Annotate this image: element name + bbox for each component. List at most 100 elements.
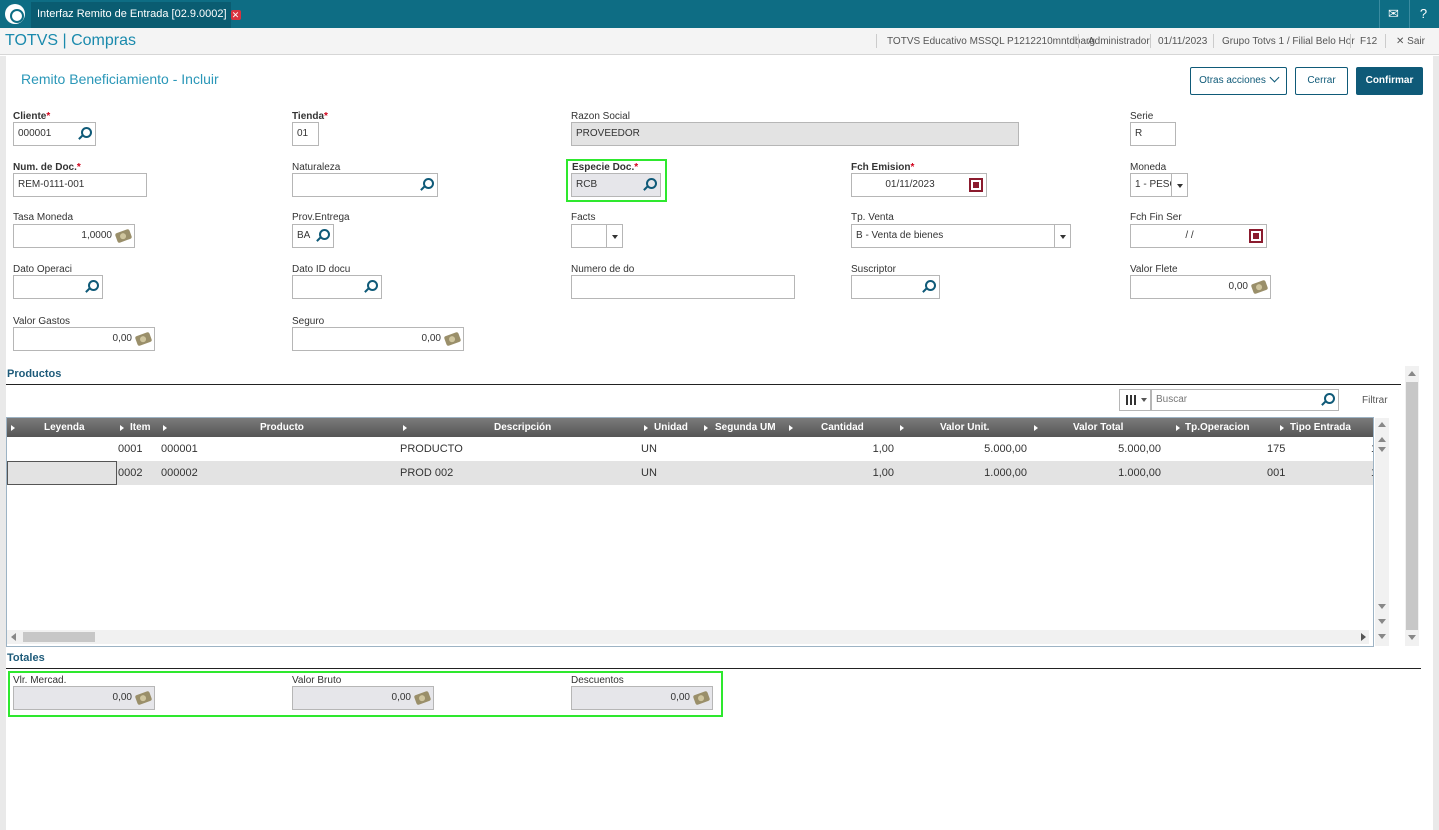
exit-button[interactable]: ✕ Sair [1396, 36, 1425, 47]
search-icon[interactable] [362, 279, 378, 295]
valor-gastos-field[interactable]: 0,00 [13, 327, 155, 351]
suscriptor-field[interactable] [851, 275, 940, 299]
window-tab[interactable]: Interfaz Remito de Entrada [02.9.0002] ✕ [31, 2, 241, 28]
grid-search-placeholder: Buscar [1156, 394, 1188, 405]
cliente-value: 000001 [18, 128, 52, 139]
chevron-down-icon[interactable] [1171, 174, 1187, 196]
columns-icon[interactable] [1119, 389, 1151, 411]
app-title: TOTVS | Compras [5, 32, 136, 49]
scroll-up-icon[interactable] [1378, 422, 1386, 427]
money-icon [443, 331, 462, 347]
scroll-down-icon[interactable] [1378, 604, 1386, 609]
search-icon[interactable] [418, 177, 434, 193]
divider [6, 384, 1401, 385]
search-icon[interactable] [314, 228, 330, 244]
user-info: Administrador [1088, 36, 1150, 47]
f12-button[interactable]: F12 [1360, 36, 1377, 47]
column-header[interactable]: Unidad [654, 418, 688, 437]
column-header[interactable]: Segunda UM [715, 418, 776, 437]
column-header[interactable]: Descripción [494, 418, 551, 437]
page-vertical-scrollbar[interactable] [1405, 366, 1419, 646]
prov-entrega-label: Prov.Entrega [292, 212, 350, 223]
chevron-down-icon[interactable] [1054, 225, 1070, 247]
column-header[interactable]: Valor Unit. [940, 418, 989, 437]
app-header: TOTVS | Compras TOTVS Educativo MSSQL P1… [0, 28, 1439, 55]
numero-de-do-label: Numero de do [571, 264, 635, 275]
divider [6, 668, 1421, 669]
mail-icon[interactable]: ✉ [1379, 0, 1407, 28]
cliente-label: Cliente* [13, 111, 51, 122]
dato-operaci-field[interactable] [13, 275, 103, 299]
moneda-select[interactable]: 1 - PESO [1130, 173, 1188, 197]
cell-unidad: UN [641, 443, 657, 455]
close-icon: ✕ [1396, 36, 1408, 47]
calendar-icon[interactable] [1249, 229, 1263, 243]
table-row[interactable]: 0001 000001 PRODUCTO UN 1,00 5.000,00 5.… [7, 437, 1373, 461]
chevron-down-icon[interactable] [606, 225, 622, 247]
page-title: Remito Beneficiamiento - Incluir [21, 71, 219, 87]
serie-label: Serie [1130, 111, 1154, 122]
prov-entrega-field[interactable]: BA [292, 224, 334, 248]
scroll-page-down-icon[interactable] [1378, 619, 1386, 624]
scroll-right-icon[interactable] [1361, 633, 1366, 641]
tasa-moneda-field[interactable]: 1,0000 [13, 224, 135, 248]
scroll-thumb[interactable] [1406, 382, 1418, 630]
scroll-page-down-icon[interactable] [1378, 447, 1386, 452]
selected-cell[interactable] [7, 461, 117, 485]
branch-info[interactable]: Grupo Totvs 1 / Filial Belo Hor [1222, 36, 1355, 47]
fch-fin-ser-field[interactable]: / / [1130, 224, 1267, 248]
cell-descripcion: PRODUCTO [400, 443, 463, 455]
serie-field[interactable]: R [1130, 122, 1176, 146]
cell-valor-unit: 1.000,00 [984, 467, 1027, 479]
numero-de-do-field[interactable] [571, 275, 795, 299]
column-header[interactable]: Tp.Operacion [1185, 418, 1249, 437]
divider [876, 34, 877, 48]
column-header[interactable]: Producto [260, 418, 304, 437]
scroll-up-icon[interactable] [1408, 371, 1416, 376]
grid-header: Leyenda Item Producto Descripción Unidad… [7, 418, 1373, 437]
column-header[interactable]: Tipo Entrada [1290, 418, 1351, 437]
confirm-button[interactable]: Confirmar [1356, 67, 1423, 95]
grid-vertical-scrollbar[interactable] [1375, 418, 1389, 646]
search-icon[interactable] [83, 279, 99, 295]
seguro-field[interactable]: 0,00 [292, 327, 464, 351]
column-header[interactable]: Cantidad [821, 418, 864, 437]
scroll-top-icon[interactable] [1378, 437, 1386, 442]
totvs-logo-icon [5, 4, 25, 24]
chevron-down-icon [1269, 72, 1280, 83]
horizontal-scrollbar[interactable] [7, 630, 1369, 644]
scroll-bottom-icon[interactable] [1378, 634, 1386, 639]
window-tab-title: Interfaz Remito de Entrada [02.9.0002] [37, 8, 227, 20]
razon-social-label: Razon Social [571, 111, 630, 122]
facts-select[interactable] [571, 224, 623, 248]
search-icon[interactable] [1319, 392, 1335, 408]
column-header[interactable]: Item [130, 418, 151, 437]
tasa-moneda-value: 1,0000 [81, 230, 112, 241]
tp-venta-select[interactable]: B - Venta de bienes [851, 224, 1071, 248]
dato-id-docu-field[interactable] [292, 275, 382, 299]
search-icon[interactable] [76, 126, 92, 142]
close-button[interactable]: Cerrar [1295, 67, 1348, 95]
divider [1150, 34, 1151, 48]
cell-item: 0001 [118, 443, 143, 455]
other-actions-button[interactable]: Otras acciones [1190, 67, 1287, 95]
cliente-field[interactable]: 000001 [13, 122, 96, 146]
valor-flete-field[interactable]: 0,00 [1130, 275, 1271, 299]
help-icon[interactable]: ? [1409, 0, 1437, 28]
naturaleza-field[interactable] [292, 173, 438, 197]
scroll-thumb[interactable] [23, 632, 95, 642]
scroll-left-icon[interactable] [11, 633, 16, 641]
close-icon[interactable]: ✕ [230, 10, 241, 20]
seguro-value: 0,00 [421, 333, 441, 344]
column-header[interactable]: Leyenda [44, 418, 85, 437]
calendar-icon[interactable] [969, 178, 983, 192]
search-icon[interactable] [920, 279, 936, 295]
num-doc-field[interactable]: REM-0111-001 [13, 173, 147, 197]
table-row[interactable]: 0002 000002 PROD 002 UN 1,00 1.000,00 1.… [7, 461, 1373, 485]
tienda-field[interactable]: 01 [292, 122, 319, 146]
grid-search-input[interactable]: Buscar [1151, 389, 1339, 411]
scroll-down-icon[interactable] [1408, 635, 1416, 640]
fch-emision-field[interactable]: 01/11/2023 [851, 173, 987, 197]
filter-button[interactable]: Filtrar [1362, 395, 1388, 406]
column-header[interactable]: Valor Total [1073, 418, 1123, 437]
